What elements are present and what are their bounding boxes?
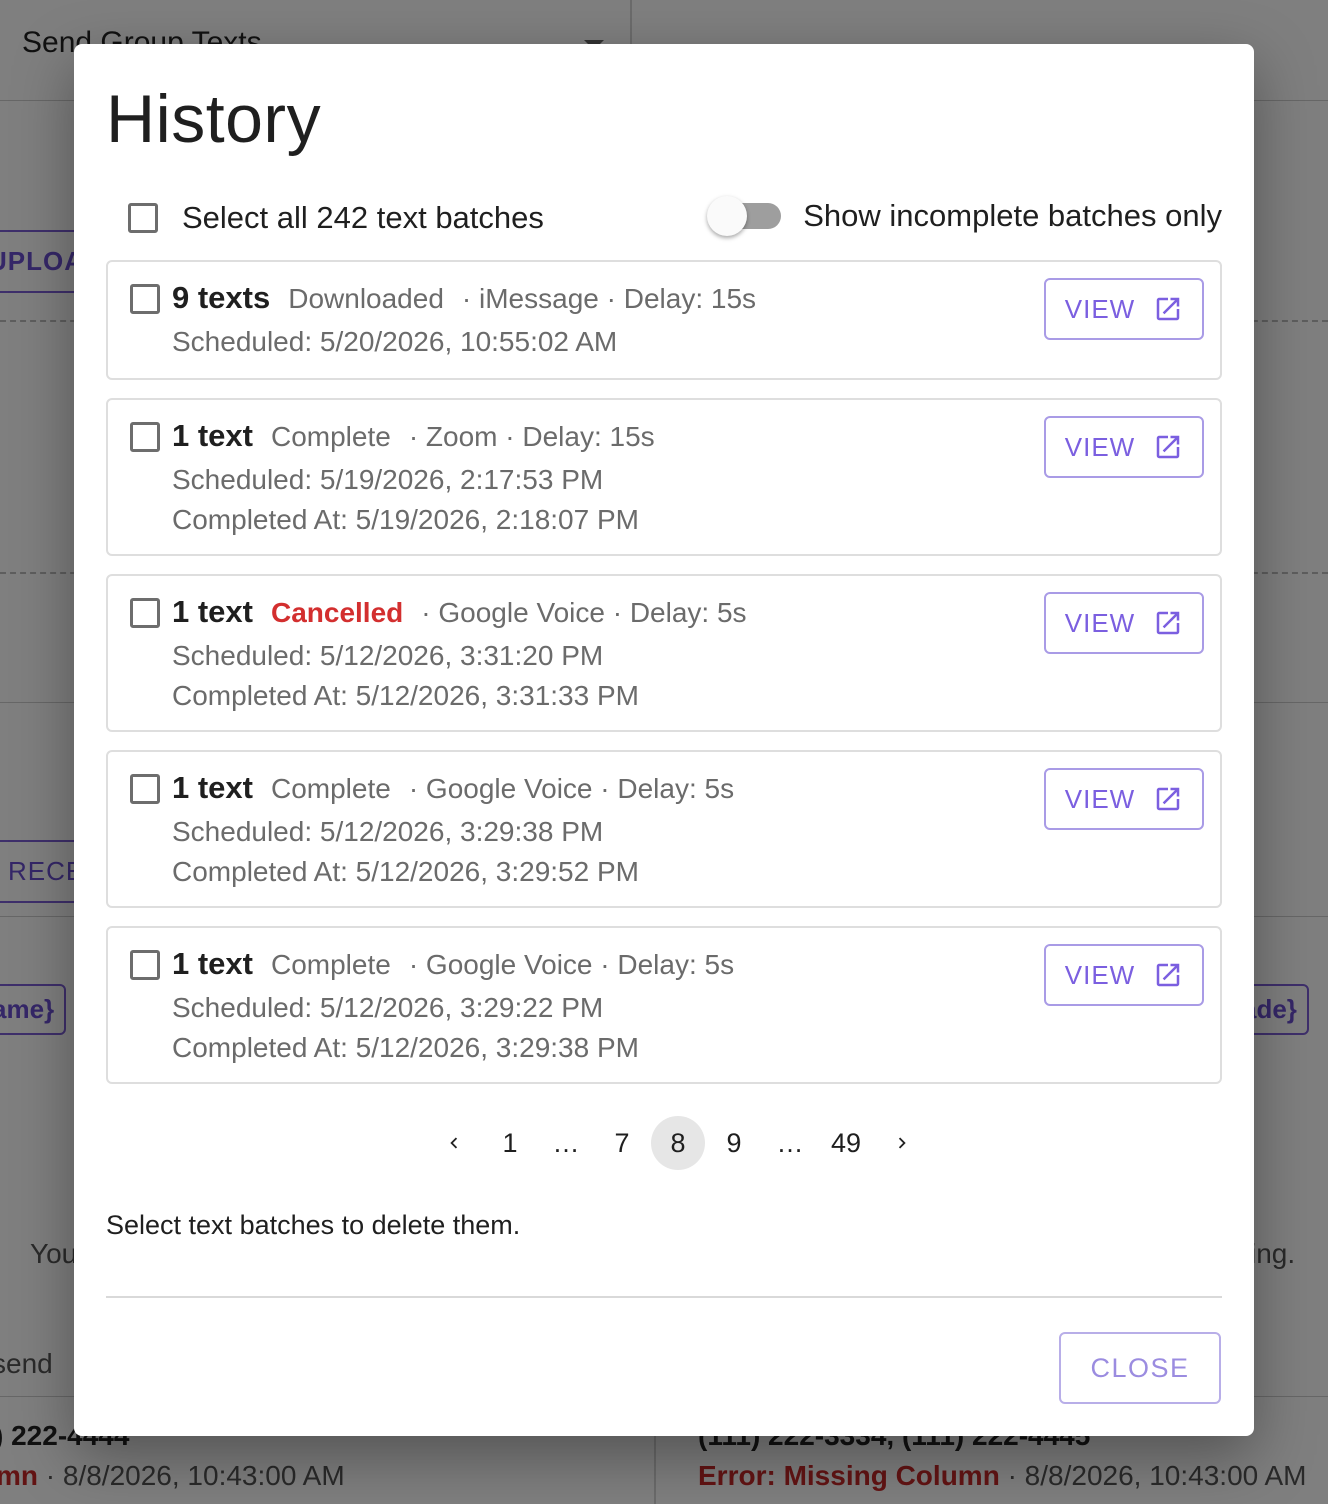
status-badge: Complete bbox=[270, 773, 391, 804]
view-label: VIEW bbox=[1064, 431, 1136, 462]
page-button[interactable]: 7 bbox=[595, 1116, 649, 1170]
batch-summary: 1 text Complete · Google Voice · Delay: … bbox=[172, 770, 734, 806]
page-button[interactable]: 1 bbox=[483, 1116, 537, 1170]
current-page-button[interactable]: 8 bbox=[651, 1116, 705, 1170]
batch-meta: · Google Voice · Delay: 5s bbox=[408, 773, 735, 804]
batch-card: 1 text Complete · Zoom · Delay: 15s Sche… bbox=[106, 398, 1222, 556]
batch-count: 1 text bbox=[172, 770, 253, 805]
view-label: VIEW bbox=[1064, 783, 1136, 814]
view-button[interactable]: VIEW bbox=[1044, 278, 1204, 340]
page-button[interactable]: 9 bbox=[707, 1116, 761, 1170]
select-all-checkbox[interactable] bbox=[128, 203, 158, 233]
open-in-new-icon bbox=[1156, 435, 1180, 459]
page-ellipsis: … bbox=[552, 1127, 580, 1158]
batch-completed: Completed At: 5/12/2026, 3:31:33 PM bbox=[172, 680, 639, 711]
batch-card: 1 text Complete · Google Voice · Delay: … bbox=[106, 926, 1222, 1084]
incomplete-only-toggle[interactable] bbox=[707, 196, 782, 236]
dialog-title: History bbox=[106, 81, 322, 157]
open-in-new-icon bbox=[1156, 963, 1180, 987]
view-button[interactable]: VIEW bbox=[1044, 768, 1204, 830]
delete-hint: Select text batches to delete them. bbox=[106, 1210, 521, 1240]
batch-card: 1 text Cancelled · Google Voice · Delay:… bbox=[106, 574, 1222, 732]
toggle-label: Show incomplete batches only bbox=[803, 198, 1222, 233]
batch-scheduled: Scheduled: 5/20/2026, 10:55:02 AM bbox=[172, 326, 618, 357]
view-button[interactable]: VIEW bbox=[1044, 592, 1204, 654]
previous-page-button[interactable] bbox=[427, 1116, 481, 1170]
batch-summary: 9 texts Downloaded · iMessage · Delay: 1… bbox=[172, 280, 756, 316]
batch-card: 9 texts Downloaded · iMessage · Delay: 1… bbox=[106, 260, 1222, 380]
batch-meta: · Google Voice · Delay: 5s bbox=[408, 949, 735, 980]
batch-meta: · Zoom · Delay: 15s bbox=[408, 421, 655, 452]
page-button[interactable]: 49 bbox=[819, 1116, 873, 1170]
batch-list: 9 texts Downloaded · iMessage · Delay: 1… bbox=[106, 260, 1222, 1102]
incomplete-filter[interactable]: Show incomplete batches only bbox=[707, 196, 1222, 236]
footer-divider bbox=[106, 1296, 1222, 1298]
view-button[interactable]: VIEW bbox=[1044, 944, 1204, 1006]
batch-summary: 1 text Complete · Google Voice · Delay: … bbox=[172, 946, 734, 982]
batch-count: 9 texts bbox=[172, 280, 271, 315]
batch-scheduled: Scheduled: 5/12/2026, 3:29:22 PM bbox=[172, 992, 604, 1023]
open-in-new-icon bbox=[1156, 297, 1180, 321]
batch-checkbox[interactable] bbox=[130, 284, 160, 314]
batch-count: 1 text bbox=[172, 418, 253, 453]
batch-checkbox[interactable] bbox=[130, 774, 160, 804]
batch-meta: · Google Voice · Delay: 5s bbox=[421, 597, 747, 628]
history-toolbar: Select all 242 text batches Show incompl… bbox=[128, 196, 1222, 236]
batch-summary: 1 text Complete · Zoom · Delay: 15s bbox=[172, 418, 655, 454]
batch-completed: Completed At: 5/19/2026, 2:18:07 PM bbox=[172, 504, 639, 535]
view-button[interactable]: VIEW bbox=[1044, 416, 1204, 478]
batch-count: 1 text bbox=[172, 946, 253, 981]
status-badge: Downloaded bbox=[288, 283, 444, 314]
batch-scheduled: Scheduled: 5/12/2026, 3:31:20 PM bbox=[172, 640, 604, 671]
status-badge: Complete bbox=[270, 421, 391, 452]
batch-meta: · iMessage · Delay: 15s bbox=[461, 283, 757, 314]
status-badge: Cancelled bbox=[270, 597, 404, 628]
next-page-button[interactable] bbox=[875, 1116, 929, 1170]
batch-checkbox[interactable] bbox=[130, 422, 160, 452]
open-in-new-icon bbox=[1156, 611, 1180, 635]
history-dialog: History Select all 242 text batches Show… bbox=[74, 44, 1254, 1436]
batch-checkbox[interactable] bbox=[130, 950, 160, 980]
select-all[interactable]: Select all 242 text batches bbox=[128, 200, 544, 236]
chevron-left-icon bbox=[450, 1137, 458, 1149]
toggle-thumb bbox=[707, 196, 748, 236]
batch-scheduled: Scheduled: 5/19/2026, 2:17:53 PM bbox=[172, 464, 604, 495]
pagination: 1 … 7 8 9 … 49 bbox=[426, 1116, 930, 1170]
view-label: VIEW bbox=[1064, 607, 1136, 638]
batch-checkbox[interactable] bbox=[130, 598, 160, 628]
open-in-new-icon bbox=[1156, 787, 1180, 811]
status-badge: Complete bbox=[270, 949, 391, 980]
batch-count: 1 text bbox=[172, 594, 253, 629]
batch-summary: 1 text Cancelled · Google Voice · Delay:… bbox=[172, 594, 747, 630]
view-label: VIEW bbox=[1064, 959, 1136, 990]
page-ellipsis: … bbox=[776, 1127, 804, 1158]
batch-completed: Completed At: 5/12/2026, 3:29:52 PM bbox=[172, 856, 639, 887]
batch-card: 1 text Complete · Google Voice · Delay: … bbox=[106, 750, 1222, 908]
batch-scheduled: Scheduled: 5/12/2026, 3:29:38 PM bbox=[172, 816, 604, 847]
batch-completed: Completed At: 5/12/2026, 3:29:38 PM bbox=[172, 1032, 639, 1063]
chevron-right-icon bbox=[898, 1137, 906, 1149]
select-all-label: Select all 242 text batches bbox=[182, 200, 544, 235]
view-label: VIEW bbox=[1064, 293, 1136, 324]
close-button[interactable]: CLOSE bbox=[1059, 1332, 1221, 1404]
